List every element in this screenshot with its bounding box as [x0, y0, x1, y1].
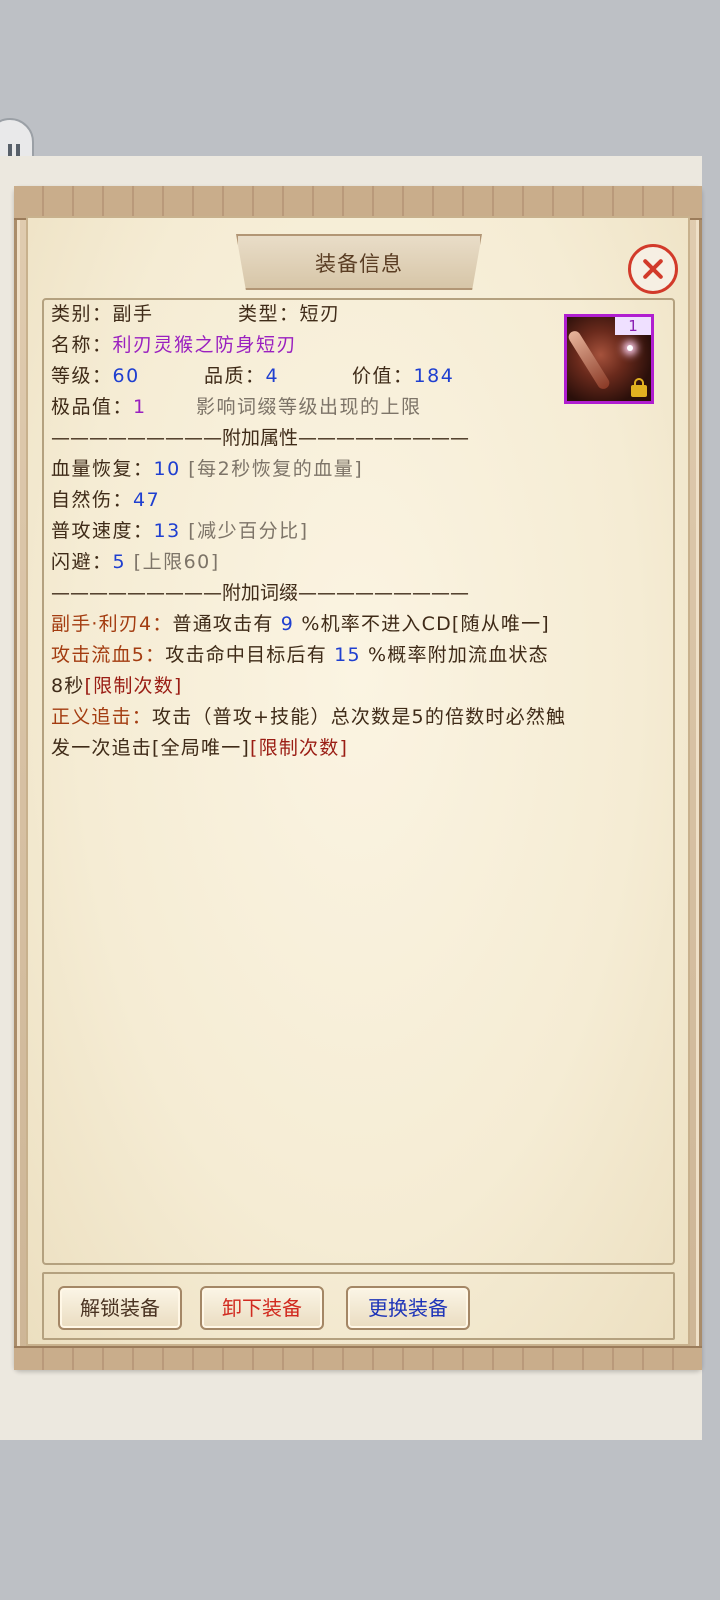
quality-row: 品质：4 [204, 362, 279, 390]
attribute-label: 普攻速度： [51, 520, 154, 542]
affix-name: 攻击流血5： [51, 644, 166, 666]
attribute-value: 47 [133, 489, 161, 511]
unlock-equipment-button[interactable]: 解锁装备 [58, 1286, 182, 1330]
attribute-note: [上限60] [133, 551, 220, 573]
attribute-row: 闪避：5 [上限60] [51, 548, 220, 576]
dialog-title: 装备信息 [315, 252, 403, 276]
lock-icon [631, 378, 647, 397]
item-glint [627, 345, 633, 351]
affix-value: 15 [334, 644, 361, 666]
affix-name: 正义追击： [51, 706, 153, 728]
affix-text: %概率附加流血状态 [367, 644, 549, 666]
grade-value: 1 [133, 396, 147, 418]
unequip-button[interactable]: 卸下装备 [200, 1286, 324, 1330]
affix-name: 副手·利刃4： [51, 613, 173, 635]
frame-top-trim [14, 186, 702, 220]
affix-row-continued: 8秒[限制次数] [51, 672, 183, 700]
grade-label: 极品值： [51, 396, 134, 418]
attribute-label: 自然伤： [51, 489, 134, 511]
grade-row: 极品值：1 [51, 393, 147, 421]
attribute-value: 10 [153, 458, 181, 480]
name-label: 名称： [51, 334, 113, 356]
price-value: 184 [413, 365, 455, 387]
category-row: 类别：副手 [51, 300, 154, 328]
attribute-value: 5 [112, 551, 127, 573]
attribute-value: 13 [153, 520, 181, 542]
attribute-row: 自然伤：47 [51, 486, 160, 514]
affix-row: 正义追击：攻击（普攻+技能）总次数是5的倍数时必然触 [51, 703, 566, 731]
attribute-label: 血量恢复： [51, 458, 154, 480]
quality-value: 4 [265, 365, 280, 387]
affix-row: 攻击流血5：攻击命中目标后有 15 %概率附加流血状态 [51, 641, 549, 669]
type-row: 类型：短刃 [238, 300, 341, 328]
grade-note: 影响词缀等级出现的上限 [196, 396, 422, 418]
affix-text: 攻击命中目标后有 [165, 644, 327, 666]
category-label: 类别： [51, 303, 113, 325]
dagger-item-icon[interactable]: 1 [564, 314, 654, 404]
attribute-row: 血量恢复：10 [每2秒恢复的血量] [51, 455, 363, 483]
affix-row-continued: 发一次追击[全局唯一][限制次数] [51, 734, 348, 762]
quality-label: 品质： [204, 365, 266, 387]
close-button[interactable] [628, 244, 678, 294]
attribute-row: 普攻速度：13 [减少百分比] [51, 517, 309, 545]
name-row: 名称：利刃灵猴之防身短刃 [51, 331, 297, 359]
type-label: 类型： [238, 303, 300, 325]
affix-row: 副手·利刃4：普通攻击有 9 %机率不进入CD[随从唯一] [51, 610, 550, 638]
level-value: 60 [112, 365, 140, 387]
item-name: 利刃灵猴之防身短刃 [112, 334, 298, 356]
price-row: 价值：184 [352, 362, 454, 390]
affix-text: %机率不进入CD[随从唯一] [301, 613, 550, 635]
affix-text: 攻击（普攻+技能）总次数是5的倍数时必然触 [152, 706, 567, 728]
frame-bottom-trim [14, 1346, 702, 1370]
affix-text: 普通攻击有 [172, 613, 274, 635]
affix-value: 9 [280, 613, 295, 635]
price-label: 价值： [352, 365, 414, 387]
affix-text: 8秒 [51, 675, 85, 697]
attribute-note: [每2秒恢复的血量] [188, 458, 364, 480]
affixes-header: —————————附加词缀————————— [51, 582, 470, 604]
affix-text: 发一次追击[全局唯一] [51, 737, 251, 759]
dagger-blade-art [566, 328, 612, 392]
item-count-badge: 1 [615, 317, 651, 335]
type-value: 短刃 [299, 303, 341, 325]
level-row: 等级：60 [51, 362, 140, 390]
attribute-label: 闪避： [51, 551, 113, 573]
attribute-note: [减少百分比] [188, 520, 309, 542]
affix-tag: [限制次数] [84, 675, 183, 697]
replace-equipment-button[interactable]: 更换装备 [346, 1286, 470, 1330]
level-label: 等级： [51, 365, 113, 387]
category-value: 副手 [112, 303, 154, 325]
affix-tag: [限制次数] [250, 737, 349, 759]
attributes-header: —————————附加属性————————— [51, 427, 470, 449]
